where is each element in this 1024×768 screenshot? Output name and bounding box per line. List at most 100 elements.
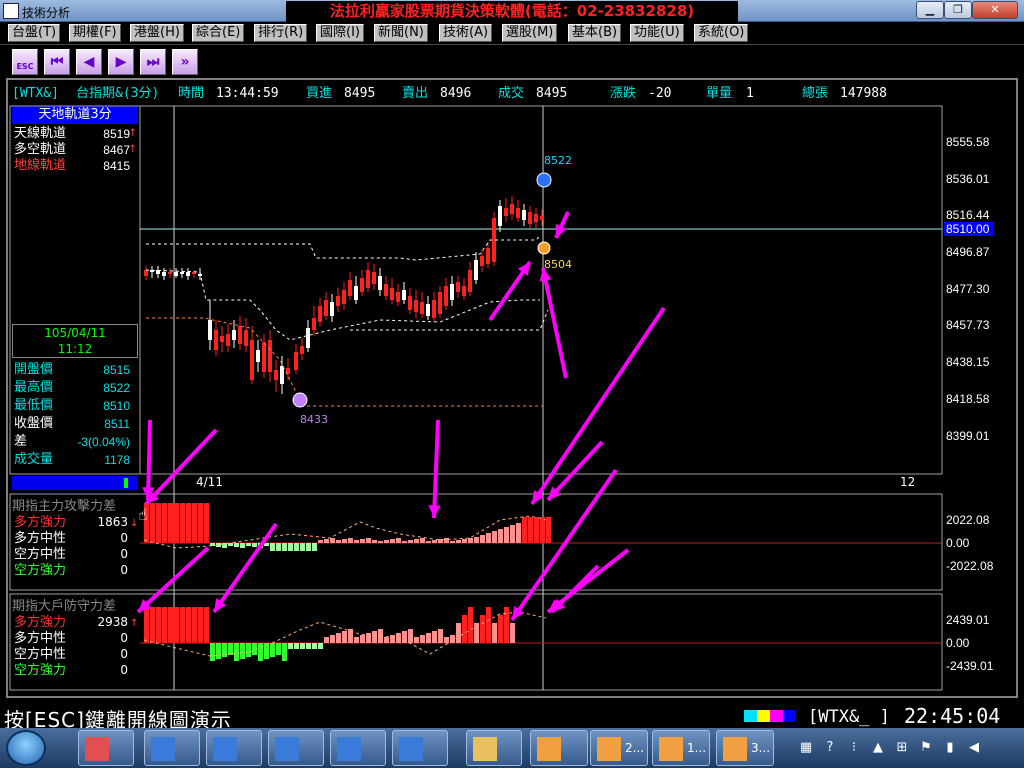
start-button[interactable] (6, 730, 46, 766)
chart-app-icon (537, 737, 561, 761)
ind2-bar (156, 607, 161, 643)
ind1-bar (264, 543, 269, 546)
ind2-bar (486, 607, 491, 643)
chart-app-icon (723, 737, 747, 761)
candle-body (534, 214, 538, 222)
ind1-bar (384, 540, 389, 543)
candle-body (306, 328, 310, 348)
price-tick-label: 8477.30 (946, 282, 990, 296)
ind1-bar (270, 543, 275, 551)
candle-body (486, 248, 490, 264)
candle-body (480, 256, 484, 266)
task-label: 1... (687, 741, 707, 755)
taskbar-chart5[interactable] (392, 730, 448, 766)
taskbar-app[interactable] (78, 730, 134, 766)
chart-app-icon (597, 737, 621, 761)
ind1-bar (492, 531, 497, 543)
ind1-row-value: 0 (120, 547, 128, 561)
ind1-bar (474, 537, 479, 543)
ind1-bar (354, 540, 359, 543)
ind1-bar (462, 539, 467, 543)
lower-orbit-line (146, 317, 543, 407)
system-tray: ▦ ? ⁝ ▲ ⊞ ⚑ ▮ ◀ (794, 732, 1022, 764)
power-icon[interactable]: ⚑ (918, 740, 934, 756)
taskbar-win4[interactable]: 3... (716, 730, 774, 766)
ind1-bar (540, 517, 545, 543)
keyboard-icon[interactable]: ▦ (798, 740, 814, 756)
ime-icon[interactable]: ⁝ (846, 740, 862, 756)
taskbar-win1[interactable] (530, 730, 588, 766)
ind1-bar (234, 543, 239, 547)
arrow-up-icon[interactable]: ▲ (870, 740, 886, 756)
candle-body (274, 370, 278, 380)
taskbar-chart4[interactable] (330, 730, 386, 766)
ind2-bar (342, 631, 347, 643)
candle-body (280, 366, 284, 384)
candle-body (468, 270, 472, 292)
candle-body (426, 304, 430, 316)
ind2-bar (276, 643, 281, 655)
ind1-bar (504, 527, 509, 543)
candle-body (432, 300, 436, 318)
ind2-bar (180, 607, 185, 643)
chart-area[interactable]: 8555.58 8536.01 8516.448510.00 8496.87 8477.… (0, 0, 1024, 702)
ind2-row-value: 0 (120, 631, 128, 645)
candle-body (342, 290, 346, 304)
ind2-bar (414, 637, 419, 643)
candle-body (420, 302, 424, 314)
taskbar-win2[interactable]: 2... (590, 730, 648, 766)
symbol-input[interactable]: [WTX&_ ] (808, 707, 890, 727)
candle-body (186, 272, 190, 276)
ind2-row-value: 0 (120, 647, 128, 661)
ind1-bar (252, 543, 257, 547)
ind1-bar (516, 523, 521, 543)
annotation-arrow (212, 522, 278, 614)
taskbar-chart1[interactable] (144, 730, 200, 766)
candle-body (336, 296, 340, 306)
candle-body (232, 330, 236, 340)
ind2-bar (360, 635, 365, 643)
taskbar-chart3[interactable] (268, 730, 324, 766)
candle-body (456, 282, 460, 292)
ind2-bar (330, 635, 335, 643)
candle-body (214, 330, 218, 350)
candle-body (528, 212, 532, 224)
last-marker-label: 8504 (544, 258, 572, 271)
ind2-bar (324, 637, 329, 643)
middle-orbit-line (145, 269, 540, 341)
ind2-bar (288, 643, 293, 649)
windows-flag-icon[interactable]: ⊞ (894, 740, 910, 756)
ind2-bar (204, 607, 209, 643)
ind1-bar (510, 525, 515, 543)
taskbar-win3[interactable]: 1... (652, 730, 710, 766)
candle-body (474, 260, 478, 280)
network-icon[interactable]: ▮ (942, 740, 958, 756)
chart-app-icon (213, 737, 237, 761)
ind1-bar (402, 541, 407, 543)
ind2-row-label: 空方中性 (14, 646, 66, 662)
ind2-bar (426, 633, 431, 643)
ind1-bar (162, 503, 167, 543)
volume-icon[interactable]: ◀ (966, 740, 982, 756)
task-label: 3... (751, 741, 771, 755)
ind1-row-value: 1863 (97, 515, 128, 529)
ind2-bar (168, 607, 173, 643)
ind2-bar (444, 637, 449, 643)
ind1-row-value: 0 (120, 531, 128, 545)
time-tick-label: 4/11 (196, 475, 223, 489)
taskbar-folder[interactable] (466, 730, 522, 766)
ind1-bar (324, 539, 329, 543)
ind2-bar (318, 643, 323, 649)
ind2-bar (492, 623, 497, 643)
ind1-bar (390, 539, 395, 543)
price-tick-label: 8536.01 (946, 172, 990, 186)
candle-body (348, 280, 352, 296)
high-marker-label: 8522 (544, 154, 572, 167)
help-icon[interactable]: ? (822, 740, 838, 756)
taskbar-chart2[interactable] (206, 730, 262, 766)
ind2-row-value: 0 (120, 663, 128, 677)
ind2-axis-label: -2439.01 (946, 659, 994, 673)
candle-body (462, 286, 466, 296)
ind1-row-label: 多方強力 (14, 514, 66, 530)
ind1-bar (174, 503, 179, 543)
